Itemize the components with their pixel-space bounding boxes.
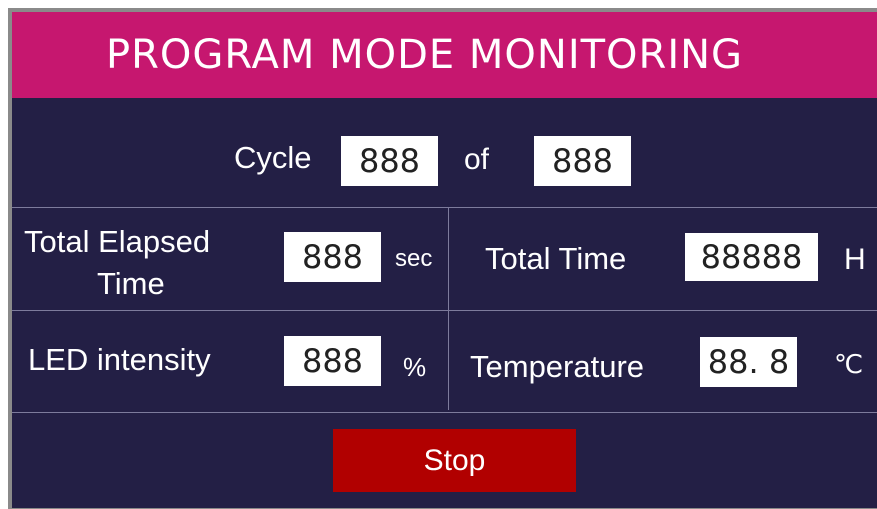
monitoring-panel: PROGRAM MODE MONITORING Cycle 888 of 888… xyxy=(12,12,877,508)
page-title: PROGRAM MODE MONITORING xyxy=(105,32,744,78)
elapsed-time-unit: sec xyxy=(395,245,433,272)
temperature-display: 88. 8 xyxy=(700,337,797,387)
temperature-unit: ℃ xyxy=(834,350,864,380)
title-bar: PROGRAM MODE MONITORING xyxy=(12,12,877,98)
led-intensity-label: LED intensity xyxy=(28,342,211,377)
elapsed-time-label-line2: Time xyxy=(97,266,165,301)
row-divider-2 xyxy=(12,310,877,311)
cycle-label: Cycle xyxy=(234,140,312,175)
elapsed-time-label-line1: Total Elapsed xyxy=(24,224,211,259)
led-intensity-unit: % xyxy=(403,352,427,382)
row-divider-3 xyxy=(12,412,877,413)
total-time-unit: H xyxy=(844,243,866,276)
cycle-of-label: of xyxy=(464,143,490,176)
total-time-label: Total Time xyxy=(485,241,627,276)
total-time-display: 88888 xyxy=(685,233,818,281)
column-divider xyxy=(448,208,449,410)
led-intensity-display: 888 xyxy=(284,336,381,386)
cycle-current-display: 888 xyxy=(341,136,438,186)
row-divider-1 xyxy=(12,207,877,208)
cycle-total-display: 888 xyxy=(534,136,631,186)
elapsed-time-display: 888 xyxy=(284,232,381,282)
stop-button[interactable]: Stop xyxy=(333,429,576,492)
temperature-label: Temperature xyxy=(470,349,645,384)
